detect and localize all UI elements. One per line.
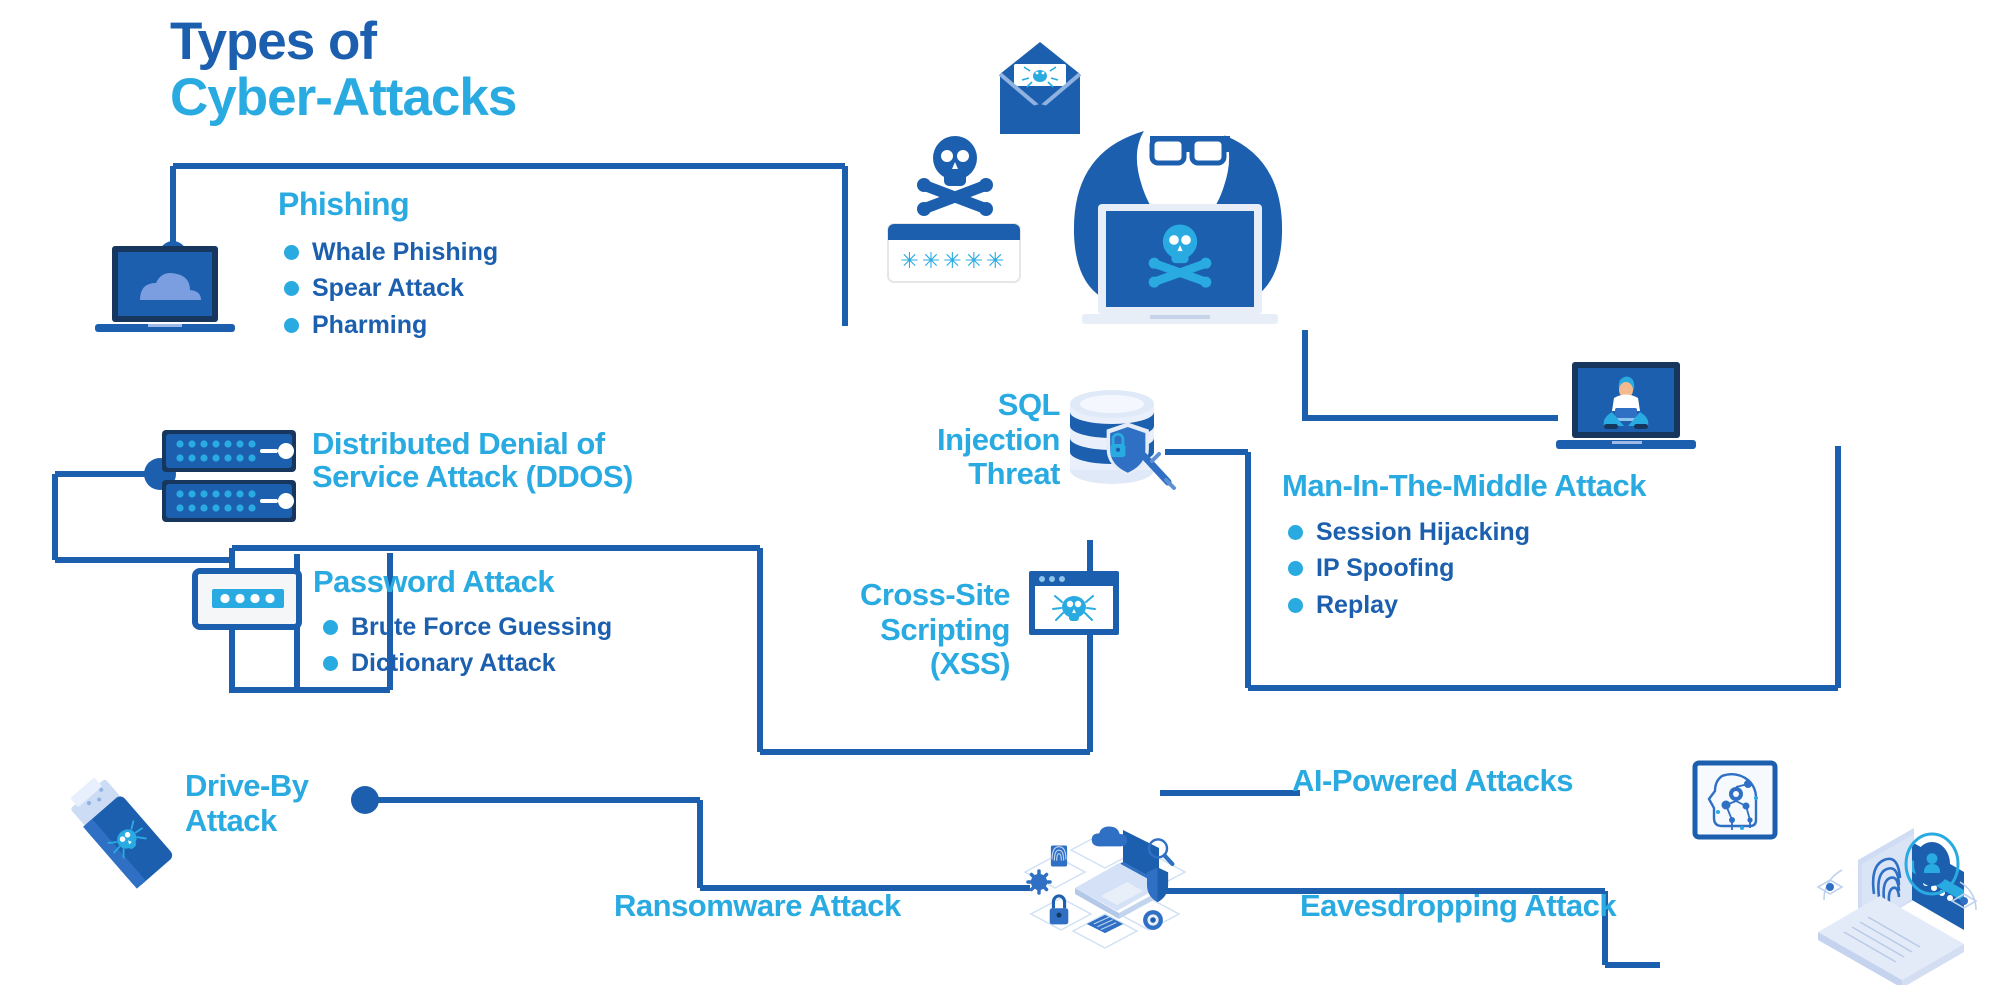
list-item: Spear Attack	[284, 270, 498, 307]
password-field-icon	[192, 568, 302, 635]
list-item: Replay	[1288, 587, 1646, 624]
node-drive-by: Drive-By Attack	[185, 768, 309, 838]
node-eavesdropping: Eavesdropping Attack	[1300, 888, 1617, 923]
title-line-1: Types of	[170, 12, 377, 71]
junction-dot-driveby	[351, 786, 379, 814]
phishing-item-label: Pharming	[312, 310, 428, 339]
isometric-laptop-fingerprint-icon	[1800, 820, 1980, 990]
mitm-item-label: Replay	[1316, 590, 1398, 619]
sql-heading-line-2: Injection	[937, 421, 1060, 457]
node-ai-powered: AI-Powered Attacks	[1292, 763, 1574, 798]
usb-bug-icon	[62, 762, 192, 897]
list-item: Dictionary Attack	[323, 645, 612, 682]
isometric-laptop-security-icon	[1015, 812, 1195, 957]
skull-crossbones-icon	[917, 136, 993, 216]
mitm-item-label: IP Spoofing	[1316, 554, 1455, 583]
page-title: Types of Cyber-Attacks	[170, 12, 517, 128]
node-ddos: Distributed Denial of Service Attack (DD…	[312, 426, 782, 494]
password-attack-sublist: Brute Force Guessing Dictionary Attack	[323, 609, 612, 682]
phishing-item-label: Whale Phishing	[312, 237, 499, 266]
password-attack-item-label: Dictionary Attack	[351, 649, 556, 678]
password-attack-heading: Password Attack	[313, 564, 555, 599]
hooded-hacker-scene: ✳✳✳✳✳	[860, 16, 1340, 346]
bullet-dot	[284, 281, 299, 297]
sql-heading-line-1: SQL	[997, 387, 1061, 422]
mitm-item-label: Session Hijacking	[1316, 517, 1530, 546]
password-attack-item-label: Brute Force Guessing	[351, 612, 613, 641]
hooded-hacker-icon	[1073, 109, 1283, 324]
database-shield-syringe-icon	[1060, 382, 1180, 505]
laptop-cloud-icon	[90, 240, 240, 355]
node-phishing: Phishing Whale Phishing Spear Attack Pha…	[278, 186, 498, 344]
node-sql-injection: SQL Injection Threat	[870, 387, 1061, 492]
list-item: Brute Force Guessing	[323, 609, 612, 646]
wire-hacker-to-mitm-laptop	[1302, 330, 1558, 421]
infographic-canvas: Types of Cyber-Attacks Phishing Whale Ph…	[0, 0, 2000, 1000]
xss-heading-line-3: (XSS)	[929, 646, 1011, 682]
list-item: IP Spoofing	[1288, 550, 1646, 587]
bullet-dot	[1288, 597, 1303, 613]
node-ransomware: Ransomware Attack	[614, 888, 901, 923]
xss-heading-line-1: Cross-Site	[859, 577, 1011, 612]
node-password-attack: Password Attack Brute Force Guessing Dic…	[313, 564, 612, 682]
bullet-dot	[323, 619, 338, 635]
password-bar-icon: ✳✳✳✳✳	[887, 223, 1021, 283]
bullet-dot	[284, 317, 299, 333]
list-item: Pharming	[284, 307, 498, 344]
sql-heading-line-3: Threat	[968, 456, 1060, 492]
ransomware-heading: Ransomware Attack	[614, 888, 901, 923]
title-line-2: Cyber-Attacks	[170, 68, 517, 128]
mitm-sublist: Session Hijacking IP Spoofing Replay	[1288, 514, 1646, 624]
phishing-sublist: Whale Phishing Spear Attack Pharming	[284, 234, 498, 344]
server-rack-icon	[160, 428, 300, 529]
driveby-heading-line-2: Attack	[185, 803, 277, 839]
node-xss: Cross-Site Scripting (XSS)	[800, 577, 1011, 682]
bullet-dot	[1288, 524, 1303, 540]
laptop-person-icon	[1556, 358, 1696, 461]
phishing-item-label: Spear Attack	[312, 274, 464, 303]
mitm-heading: Man-In-The-Middle Attack	[1282, 468, 1647, 503]
node-mitm: Man-In-The-Middle Attack Session Hijacki…	[1282, 468, 1647, 624]
envelope-bug-icon	[998, 42, 1082, 134]
bullet-dot	[323, 656, 338, 672]
xss-heading-line-2: Scripting	[880, 611, 1010, 647]
ai-head-circuit-icon	[1692, 760, 1778, 845]
bullet-dot	[284, 244, 299, 260]
ddos-heading-line-2: Service Attack (DDOS)	[312, 458, 633, 494]
list-item: Session Hijacking	[1288, 514, 1646, 551]
phishing-heading: Phishing	[278, 186, 410, 222]
list-item: Whale Phishing	[284, 234, 498, 271]
ai-powered-heading: AI-Powered Attacks	[1292, 763, 1574, 798]
driveby-heading-line-1: Drive-By	[185, 768, 309, 803]
bullet-dot	[1288, 561, 1303, 577]
svg-text:✳✳✳✳✳: ✳✳✳✳✳	[900, 249, 1007, 274]
browser-bug-icon	[1026, 568, 1122, 645]
ddos-heading-line-1: Distributed Denial of	[312, 426, 605, 461]
eavesdropping-heading: Eavesdropping Attack	[1300, 888, 1617, 923]
